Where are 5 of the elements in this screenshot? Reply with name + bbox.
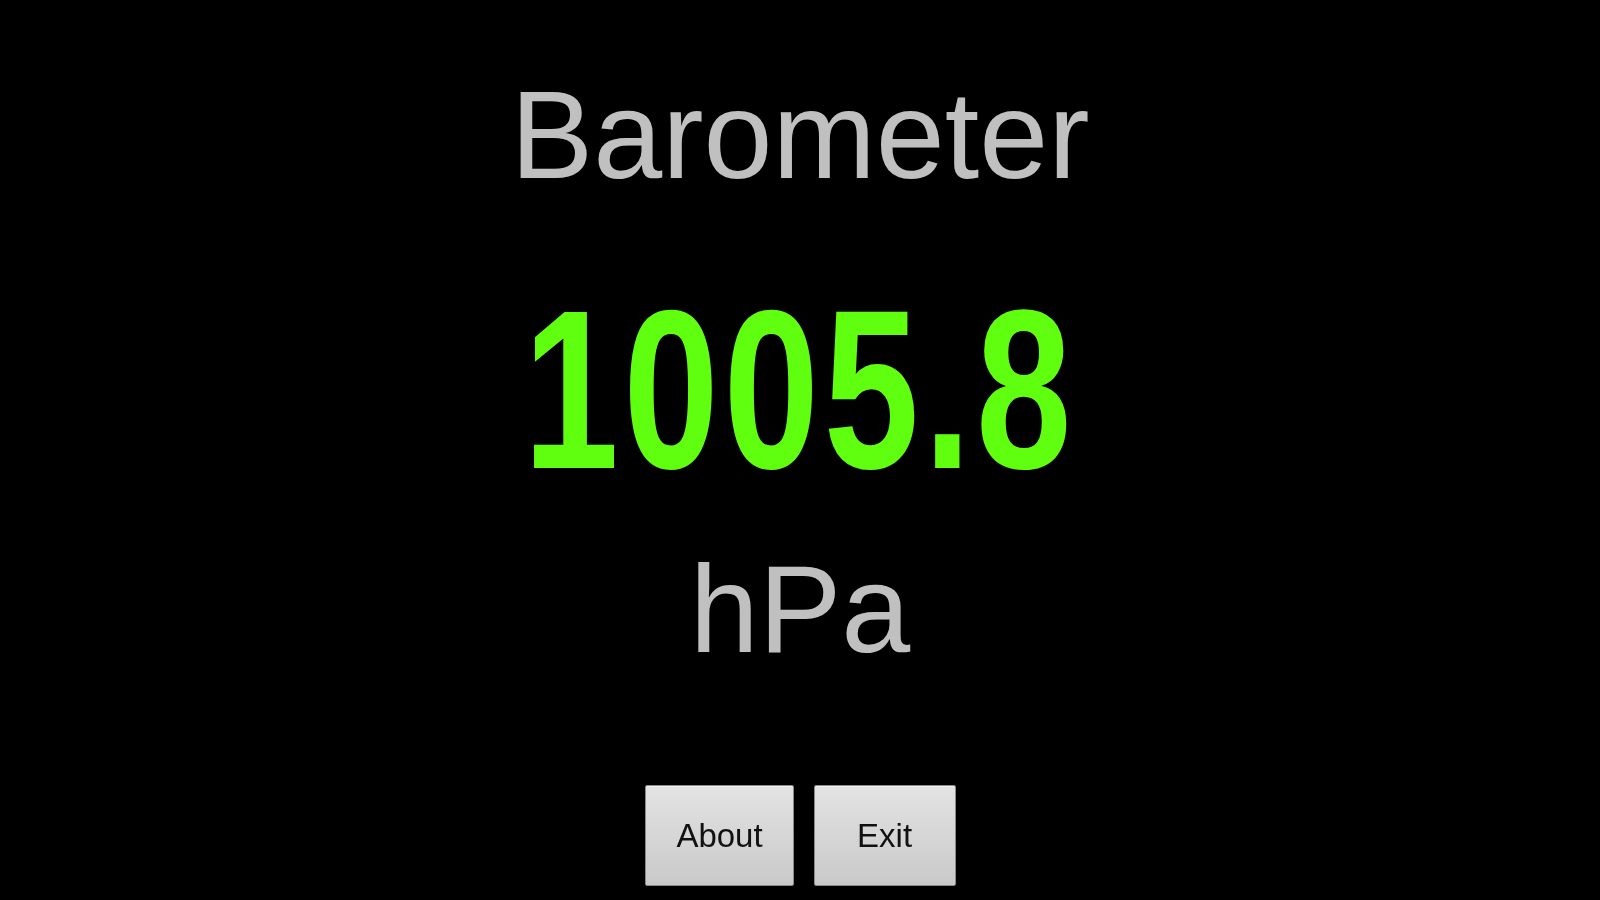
unit-label: hPa	[689, 547, 911, 671]
action-button[interactable]: Exit	[813, 785, 956, 886]
app-title: Barometer	[510, 73, 1090, 197]
action-button[interactable]: About	[645, 785, 794, 886]
pressure-reading: 1005.8	[523, 277, 1077, 503]
